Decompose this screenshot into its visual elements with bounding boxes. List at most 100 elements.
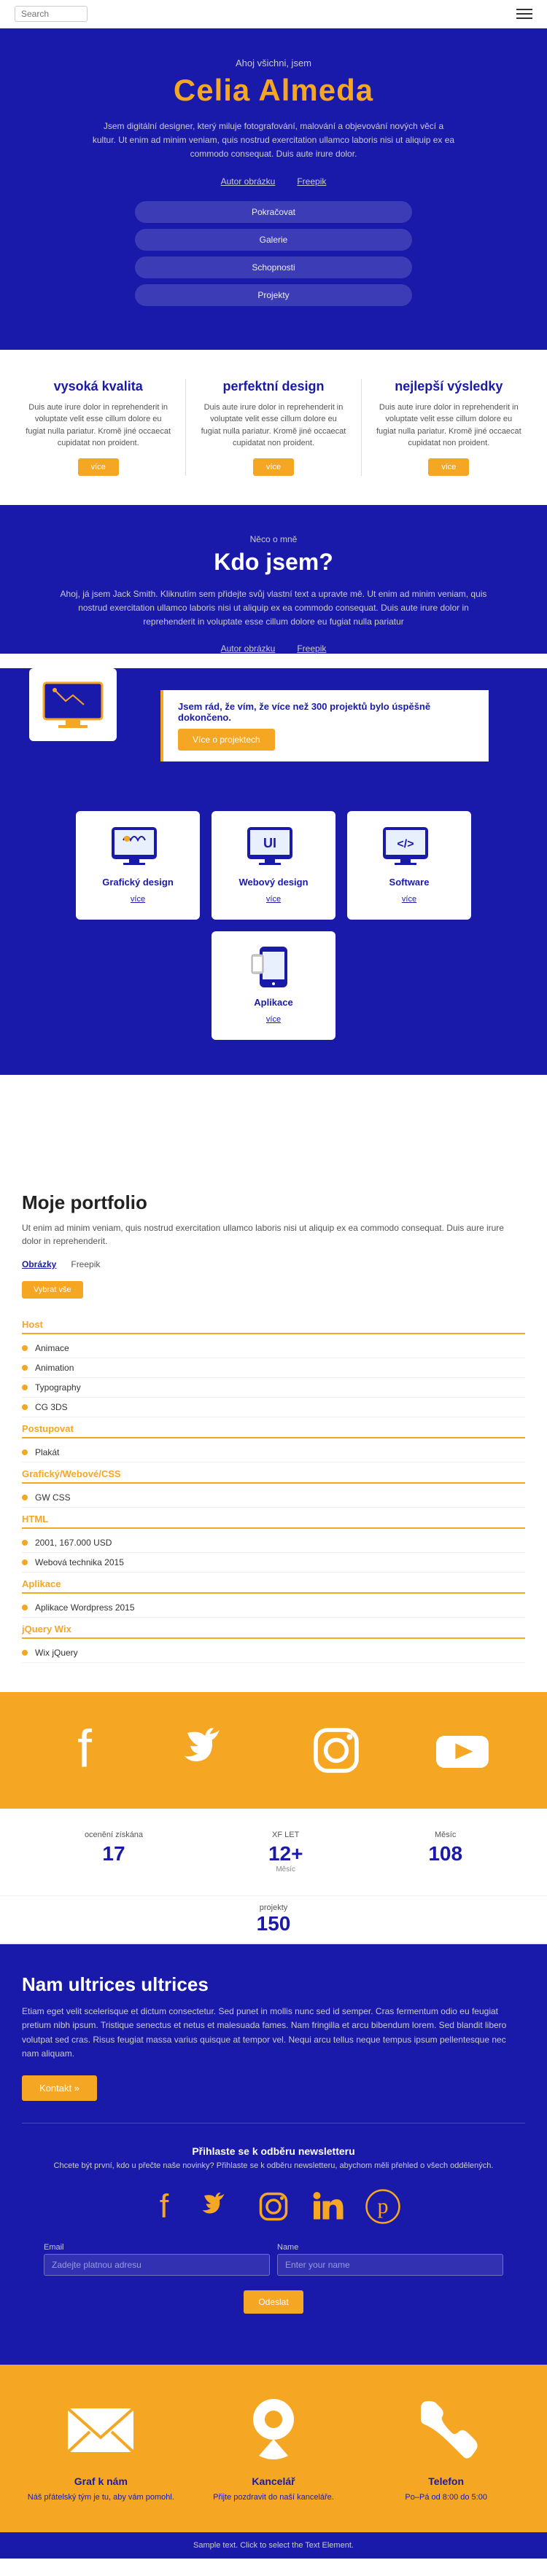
hero-tabs: Autor obrázku Freepik (15, 176, 532, 187)
hero-pill-1[interactable]: Pokračovat (135, 201, 412, 223)
newsletter-submit-button[interactable]: Odeslat (244, 2290, 303, 2314)
portfolio-section-gfw: Grafický/Webové/CSS (22, 1463, 525, 1484)
service-link-web[interactable]: více (266, 895, 281, 904)
newsletter-email-group: Email (44, 2243, 270, 2276)
newsletter-form: Email Name (44, 2243, 503, 2276)
dot-icon (22, 1559, 28, 1565)
hero-title: Celia Almeda (15, 73, 532, 108)
phone-icon (410, 2394, 483, 2467)
contact-desc-phone: Po–Pá od 8:00 do 5:00 (367, 2491, 525, 2504)
cta-section: Nam ultrices ultrices Etiam eget velit s… (0, 1944, 547, 2365)
cta-button[interactable]: Kontakt » (22, 2075, 97, 2101)
portfolio-item: Animace (22, 1339, 525, 1358)
nl-linkedin-icon-box[interactable] (306, 2185, 350, 2228)
hero-pill-2[interactable]: Galerie (135, 229, 412, 251)
services-grid: Grafický design více UI Webový design ví… (0, 798, 547, 1075)
newsletter-description: Chcete být první, kdo u přečte naše novi… (44, 2161, 503, 2170)
service-link-app[interactable]: více (266, 1015, 281, 1024)
nl-twitter-icon (201, 2188, 237, 2225)
instagram-icon-box[interactable] (300, 1714, 373, 1787)
service-link-software[interactable]: více (402, 895, 416, 904)
dot-icon (22, 1404, 28, 1410)
footer: Sample text. Click to select the Text El… (0, 2532, 547, 2559)
portfolio-filter-button[interactable]: Vybrat vše (22, 1281, 83, 1299)
nl-twitter-icon-box[interactable] (197, 2185, 241, 2228)
newsletter-email-input[interactable] (44, 2254, 270, 2276)
newsletter-name-label: Name (277, 2243, 503, 2252)
facebook-icon-box[interactable]: f (48, 1714, 121, 1787)
hero-subtitle: Ahoj všichni, jsem (15, 58, 532, 68)
feature-desc-2: Duis aute irure dolor in reprehenderit i… (201, 402, 346, 450)
portfolio-section-html: HTML (22, 1508, 525, 1529)
stats-section: ocenění získána 17 XF LET 12+ Měsíc Měsí… (0, 1809, 547, 1896)
hamburger-menu[interactable] (516, 9, 532, 19)
service-link-graphic[interactable]: více (131, 895, 145, 904)
contact-col-location: Kancelář Přijte pozdravit do naší kancel… (187, 2394, 360, 2504)
about-cta-button[interactable]: Více o projektech (178, 729, 275, 751)
projects-count-value: 150 (7, 1912, 540, 1935)
service-name-software: Software (358, 877, 460, 888)
stat-months-label: Měsíc (428, 1831, 462, 1839)
search-input[interactable] (15, 6, 88, 22)
contact-col-email: Graf k nám Náš přátelský tým je tu, aby … (15, 2394, 187, 2504)
nl-pinterest-icon-box[interactable]: p (361, 2185, 405, 2228)
twitter-icon-box[interactable] (174, 1714, 247, 1787)
svg-text:p: p (378, 2194, 389, 2218)
stat-xf-sublabel: Měsíc (268, 1866, 303, 1874)
stat-xf-label: XF LET (268, 1831, 303, 1839)
dot-icon (22, 1365, 28, 1371)
feature-divider-1 (185, 379, 186, 476)
feature-desc-1: Duis aute irure dolor in reprehenderit i… (26, 402, 171, 450)
nl-instagram-icon-box[interactable] (252, 2185, 295, 2228)
hero-tab-profile[interactable]: Freepik (297, 176, 326, 187)
feature-btn-3[interactable]: více (428, 458, 469, 476)
portfolio-section-app: Aplikace (22, 1573, 525, 1594)
about-label: Něco o mně (15, 534, 532, 544)
footer-text: Sample text. Click to select the Text El… (193, 2541, 354, 2550)
about-tab-profile[interactable]: Freepik (297, 643, 326, 654)
stat-awards-value: 17 (85, 1842, 143, 1866)
service-card-software: </> Software více (347, 811, 471, 920)
portfolio-item: Animation (22, 1358, 525, 1378)
newsletter-email-label: Email (44, 2243, 270, 2252)
feature-title-1: vysoká kvalita (26, 379, 171, 394)
nl-facebook-icon-box[interactable]: f (142, 2185, 186, 2228)
hero-description: Jsem digitální designer, který miluje fo… (91, 120, 456, 162)
dot-icon (22, 1540, 28, 1546)
feature-btn-2[interactable]: více (253, 458, 294, 476)
app-icon (244, 946, 303, 990)
nl-linkedin-icon (310, 2188, 346, 2225)
navigation (0, 0, 547, 28)
hero-tab-about[interactable]: Autor obrázku (221, 176, 276, 187)
dot-icon (22, 1495, 28, 1500)
dot-icon (22, 1449, 28, 1455)
nl-pinterest-icon: p (365, 2188, 401, 2225)
stat-months-value: 108 (428, 1842, 462, 1866)
youtube-icon-box[interactable] (426, 1714, 499, 1787)
hero-pill-4[interactable]: Projekty (135, 284, 412, 306)
about-image-box (29, 668, 117, 741)
about-title: Kdo jsem? (15, 549, 532, 576)
about-section: Něco o mně Kdo jsem? Ahoj, já jsem Jack … (0, 505, 547, 654)
portfolio-tab-projects[interactable]: Obrázky (22, 1259, 56, 1269)
portfolio-item: CG 3DS (22, 1398, 525, 1417)
portfolio-list: Host Animace Animation Typography CG 3DS… (22, 1313, 525, 1663)
newsletter-social-icons: f (44, 2185, 503, 2228)
portfolio-item: Plakát (22, 1443, 525, 1463)
portfolio-section: Moje portfolio Ut enim ad minim veniam, … (0, 1162, 547, 1692)
facebook-icon: f (55, 1721, 114, 1780)
dot-icon (22, 1605, 28, 1610)
software-icon: </> (380, 826, 438, 869)
graphic-design-icon (109, 826, 167, 869)
portfolio-section-jquery: jQuery Wix (22, 1618, 525, 1639)
portfolio-tab-profile[interactable]: Freepik (71, 1259, 100, 1269)
newsletter-name-input[interactable] (277, 2254, 503, 2276)
instagram-icon (307, 1721, 365, 1780)
youtube-icon (433, 1721, 492, 1780)
web-design-icon: UI (244, 826, 303, 869)
hero-pill-3[interactable]: Schopnosti (135, 257, 412, 278)
hero-section: Ahoj všichni, jsem Celia Almeda Jsem dig… (0, 28, 547, 350)
about-tab-about[interactable]: Autor obrázku (221, 643, 276, 654)
feature-btn-1[interactable]: více (78, 458, 119, 476)
twitter-icon (182, 1721, 240, 1780)
